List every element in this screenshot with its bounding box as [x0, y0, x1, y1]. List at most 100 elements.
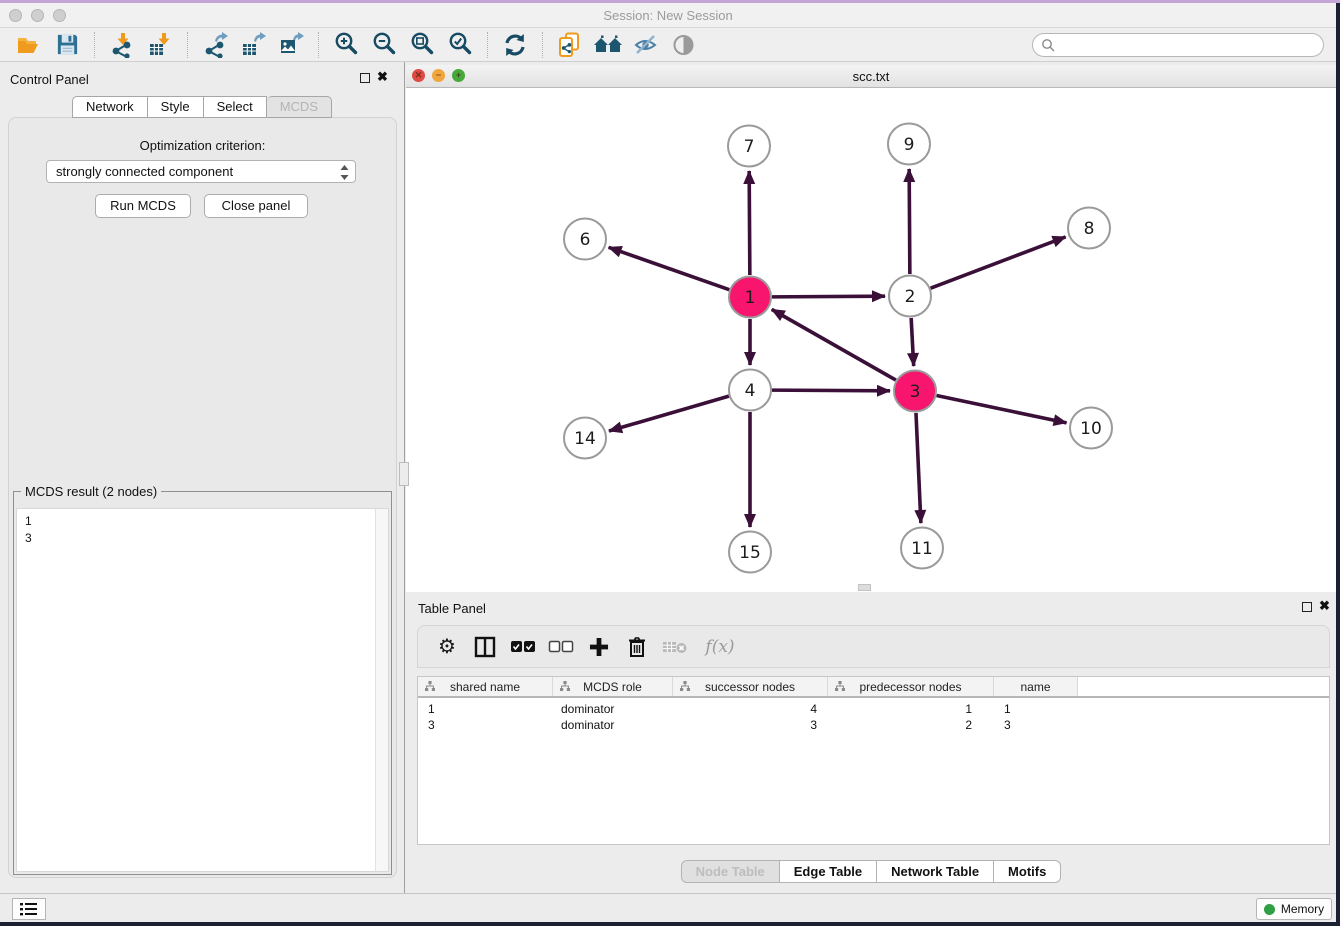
edge-2-3[interactable] [911, 318, 914, 366]
cell-MCDS-role: dominator [553, 717, 673, 733]
edge-4-14[interactable] [609, 396, 729, 431]
toolbar-separator [487, 32, 488, 58]
network-window-titlebar: ✕ − + scc.txt [406, 65, 1336, 88]
table-row[interactable]: 3dominator323 [418, 717, 1329, 733]
search-box[interactable] [1032, 33, 1324, 57]
function-builder-icon[interactable]: f(x) [698, 633, 742, 661]
tab-edge-table[interactable]: Edge Table [780, 860, 877, 883]
cell-MCDS-role: dominator [553, 701, 673, 717]
table-tabs: Node TableEdge TableNetwork TableMotifs [406, 860, 1336, 883]
edge-4-3[interactable] [772, 390, 890, 391]
tab-network-table[interactable]: Network Table [877, 860, 994, 883]
open-file-icon[interactable] [13, 30, 45, 60]
zoom-out-icon[interactable] [368, 30, 400, 60]
titlebar: Session: New Session [0, 3, 1336, 28]
task-history-button[interactable] [12, 898, 46, 920]
node-table[interactable]: shared name MCDS role successor nodesprede… [417, 676, 1330, 845]
column-header-shared-name[interactable]: shared name [418, 677, 553, 696]
node-label-8: 8 [1084, 219, 1095, 239]
node-label-6: 6 [580, 230, 591, 250]
edge-1-7[interactable] [749, 171, 750, 275]
edge-1-2[interactable] [772, 296, 885, 297]
tab-style[interactable]: Style [148, 96, 204, 118]
save-session-icon[interactable] [51, 30, 83, 60]
column-header-successor-nodes[interactable]: successor nodes [673, 677, 828, 696]
horizontal-splitter-handle[interactable] [858, 584, 871, 591]
optimization-criterion-label: Optimization criterion: [9, 138, 396, 153]
hierarchy-icon [560, 681, 570, 692]
zoom-in-icon[interactable] [330, 30, 362, 60]
network-title: scc.txt [406, 69, 1336, 84]
criterion-select[interactable]: strongly connected component [46, 160, 356, 183]
tab-select[interactable]: Select [204, 96, 267, 118]
add-column-icon[interactable] [584, 633, 614, 661]
edge-2-8[interactable] [931, 237, 1066, 288]
toolbar-separator [187, 32, 188, 58]
tab-motifs[interactable]: Motifs [994, 860, 1061, 883]
cell-shared-name: 1 [418, 701, 553, 717]
node-label-11: 11 [911, 539, 933, 559]
column-header-predecessor-nodes[interactable]: predecessor nodes [828, 677, 994, 696]
mcds-result-title: MCDS result (2 nodes) [21, 484, 161, 499]
tab-mcds[interactable]: MCDS [267, 96, 332, 118]
import-network-icon[interactable] [106, 30, 138, 60]
memory-button[interactable]: Memory [1256, 898, 1332, 920]
node-label-4: 4 [745, 381, 756, 401]
vertical-splitter-handle[interactable] [399, 462, 409, 486]
select-chevrons-icon [339, 164, 350, 181]
cell-successor-nodes: 4 [673, 701, 828, 717]
search-icon [1041, 38, 1055, 52]
column-label: MCDS role [583, 680, 642, 694]
network-canvas[interactable]: 1234678910111415 [406, 88, 1336, 592]
new-network-icon[interactable] [554, 30, 586, 60]
node-label-10: 10 [1080, 419, 1102, 439]
cell-predecessor-nodes: 1 [828, 701, 994, 717]
zoom-fit-icon[interactable] [406, 30, 438, 60]
export-network-icon[interactable] [199, 30, 231, 60]
close-panel-button[interactable]: Close panel [204, 194, 308, 218]
show-panel-icon[interactable] [668, 30, 700, 60]
column-label: shared name [450, 680, 520, 694]
zoom-selected-icon[interactable] [444, 30, 476, 60]
search-input[interactable] [1060, 38, 1310, 52]
edge-3-1[interactable] [772, 309, 896, 380]
edge-2-9[interactable] [909, 169, 910, 274]
export-table-icon[interactable] [237, 30, 269, 60]
mcds-result-area[interactable]: 13 [16, 508, 389, 872]
home-icon[interactable] [592, 30, 624, 60]
hierarchy-icon [425, 681, 435, 692]
close-table-panel-icon[interactable]: ✖ [1319, 599, 1330, 613]
select-all-icon[interactable] [508, 633, 538, 661]
edge-1-6[interactable] [609, 247, 730, 289]
gear-icon[interactable]: ⚙ [432, 633, 462, 661]
run-mcds-button[interactable]: Run MCDS [95, 194, 191, 218]
control-panel-title: Control Panel [10, 72, 89, 87]
column-header-MCDS-role[interactable]: MCDS role [553, 677, 673, 696]
node-label-7: 7 [744, 137, 755, 157]
float-panel-icon[interactable] [360, 73, 370, 83]
tab-network[interactable]: Network [72, 96, 148, 118]
export-image-icon[interactable] [275, 30, 307, 60]
edge-3-10[interactable] [937, 396, 1067, 423]
hierarchy-icon [835, 681, 845, 692]
delete-column-icon[interactable] [622, 633, 652, 661]
column-header-name[interactable]: name [994, 677, 1078, 696]
table-panel-title: Table Panel [418, 601, 486, 616]
memory-status-icon [1264, 904, 1275, 915]
toolbar-separator [542, 32, 543, 58]
edge-3-11[interactable] [916, 413, 921, 523]
main-toolbar [0, 28, 1336, 62]
import-table-icon[interactable] [144, 30, 176, 60]
delete-table-icon[interactable] [660, 633, 690, 661]
network-graph[interactable]: 1234678910111415 [406, 88, 1336, 592]
hide-panel-icon[interactable] [630, 30, 662, 60]
tab-node-table[interactable]: Node Table [681, 860, 780, 883]
result-scrollbar[interactable] [375, 509, 388, 871]
apply-layout-icon[interactable] [499, 30, 531, 60]
table-header-underline [418, 696, 1329, 698]
table-row[interactable]: 1dominator411 [418, 701, 1329, 717]
split-columns-icon[interactable] [470, 633, 500, 661]
float-table-panel-icon[interactable] [1302, 602, 1312, 612]
close-panel-icon[interactable]: ✖ [377, 70, 388, 84]
deselect-all-icon[interactable] [546, 633, 576, 661]
